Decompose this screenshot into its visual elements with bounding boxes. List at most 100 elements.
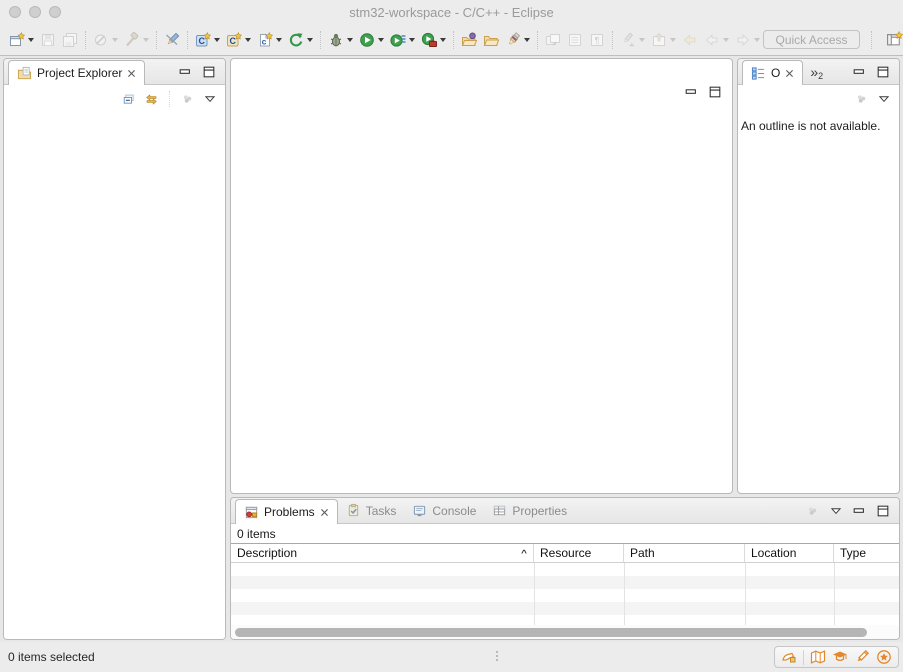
tab-tasks[interactable]: Tasks bbox=[338, 498, 405, 523]
trim-drag-handle[interactable] bbox=[496, 651, 498, 653]
link-with-editor-button[interactable] bbox=[145, 93, 158, 106]
minimize-button[interactable] bbox=[684, 85, 698, 99]
tab-outline[interactable]: O bbox=[742, 60, 803, 85]
tab-properties[interactable]: Properties bbox=[484, 498, 575, 523]
column-label: Resource bbox=[540, 546, 591, 560]
close-window-button[interactable] bbox=[9, 6, 21, 18]
hidden-tabs-count: 2 bbox=[818, 71, 823, 81]
title-bar: stm32-workspace - C/C++ - Eclipse bbox=[0, 0, 903, 24]
run-configurations-button[interactable] bbox=[388, 28, 417, 52]
column-header-path[interactable]: Path bbox=[624, 544, 745, 562]
project-explorer-content[interactable] bbox=[4, 113, 225, 639]
editor-controls bbox=[684, 85, 722, 99]
dropdown-arrow-icon bbox=[112, 38, 118, 42]
tab-problems[interactable]: Problems bbox=[235, 499, 338, 524]
close-icon[interactable] bbox=[127, 69, 136, 78]
outline-toolbar bbox=[738, 85, 899, 113]
highlighter-icon bbox=[505, 32, 521, 48]
new-wizard-button[interactable] bbox=[7, 28, 36, 52]
toolbar-separator bbox=[871, 31, 872, 49]
maximize-button[interactable] bbox=[876, 65, 890, 79]
tab-console[interactable]: Console bbox=[404, 498, 484, 523]
show-whitespace-button: ¶ bbox=[587, 28, 607, 52]
view-menu-button[interactable] bbox=[878, 93, 890, 105]
highlighter-button[interactable] bbox=[503, 28, 532, 52]
maximize-button[interactable] bbox=[876, 504, 890, 518]
maximize-button[interactable] bbox=[202, 65, 216, 79]
tab-label: Console bbox=[432, 504, 476, 518]
chevron-more-icon: » bbox=[810, 64, 818, 80]
editor-area[interactable] bbox=[230, 58, 733, 494]
samples-button[interactable] bbox=[851, 647, 873, 667]
svg-text:C: C bbox=[198, 36, 205, 46]
horizontal-scrollbar[interactable] bbox=[231, 625, 899, 640]
toggle-mark-occurrences-button[interactable] bbox=[162, 28, 182, 52]
column-header-resource[interactable]: Resource bbox=[534, 544, 624, 562]
column-label: Description bbox=[237, 546, 297, 560]
hidden-tabs-indicator[interactable]: »2 bbox=[803, 64, 830, 80]
scrollbar-thumb[interactable] bbox=[235, 628, 867, 637]
show-selected-element-button bbox=[565, 28, 585, 52]
back-to-last-edit-button bbox=[680, 28, 700, 52]
tutorials-button[interactable] bbox=[829, 647, 851, 667]
items-summary: 0 items bbox=[231, 524, 899, 543]
toolbar-items: C Cc ¶ bbox=[6, 28, 763, 52]
restart-button[interactable] bbox=[286, 28, 315, 52]
new-c-project-button[interactable]: C bbox=[224, 28, 253, 52]
zoom-window-button[interactable] bbox=[49, 6, 61, 18]
selection-status: 0 items selected bbox=[8, 650, 95, 664]
minimize-button[interactable] bbox=[852, 504, 866, 518]
dropdown-arrow-icon bbox=[28, 38, 34, 42]
column-label: Type bbox=[840, 546, 866, 560]
problems-view-icon bbox=[244, 505, 259, 520]
dropdown-arrow-icon bbox=[214, 38, 220, 42]
last-edit-location-button bbox=[618, 28, 647, 52]
open-perspective-button[interactable] bbox=[883, 28, 903, 51]
minimize-button[interactable] bbox=[852, 65, 866, 79]
problems-panel: Problems Tasks Console Properties 0 items D… bbox=[230, 497, 900, 640]
build-all-icon bbox=[124, 32, 140, 48]
debug-icon bbox=[328, 32, 344, 48]
outline-icon bbox=[751, 66, 766, 81]
view-menu-button[interactable] bbox=[830, 505, 842, 517]
debug-button[interactable] bbox=[326, 28, 355, 52]
open-task-button[interactable] bbox=[459, 28, 479, 52]
new-cpp-class-button[interactable]: C bbox=[193, 28, 222, 52]
configure-settings-button[interactable] bbox=[778, 647, 800, 667]
svg-text:¶: ¶ bbox=[595, 35, 600, 45]
traffic-lights bbox=[9, 6, 61, 18]
go-to-next-member-icon bbox=[651, 32, 667, 48]
close-icon[interactable] bbox=[785, 69, 794, 78]
whats-new-button[interactable] bbox=[873, 647, 895, 667]
svg-text:C: C bbox=[229, 36, 236, 46]
build-working-set-button bbox=[91, 28, 120, 52]
back-icon bbox=[704, 32, 720, 48]
quick-access-input[interactable] bbox=[763, 30, 860, 49]
close-icon[interactable] bbox=[320, 508, 329, 517]
column-divider bbox=[534, 563, 535, 625]
run-configurations-icon bbox=[390, 32, 406, 48]
column-header-type[interactable]: Type bbox=[834, 544, 899, 562]
tab-label: Problems bbox=[264, 505, 315, 519]
maximize-button[interactable] bbox=[708, 85, 722, 99]
column-header-location[interactable]: Location bbox=[745, 544, 834, 562]
new-c-source-file-button[interactable]: c bbox=[255, 28, 284, 52]
dropdown-arrow-icon bbox=[245, 38, 251, 42]
run-button[interactable] bbox=[357, 28, 386, 52]
tab-project-explorer[interactable]: Project Explorer bbox=[8, 60, 145, 85]
save-all-button bbox=[60, 28, 80, 52]
forward-icon bbox=[735, 32, 751, 48]
toolbar-separator bbox=[612, 31, 613, 49]
minimize-button[interactable] bbox=[178, 65, 192, 79]
open-resource-button[interactable] bbox=[481, 28, 501, 52]
panel-controls bbox=[806, 504, 899, 518]
view-menu-button[interactable] bbox=[204, 93, 216, 105]
overview-button[interactable] bbox=[807, 647, 829, 667]
last-edit-location-icon bbox=[620, 32, 636, 48]
minimize-window-button[interactable] bbox=[29, 6, 41, 18]
dropdown-arrow-icon bbox=[639, 38, 645, 42]
collapse-all-button[interactable] bbox=[123, 93, 136, 106]
external-tools-button[interactable] bbox=[419, 28, 448, 52]
dropdown-arrow-icon bbox=[524, 38, 530, 42]
column-header-description[interactable]: Description^ bbox=[231, 544, 534, 562]
